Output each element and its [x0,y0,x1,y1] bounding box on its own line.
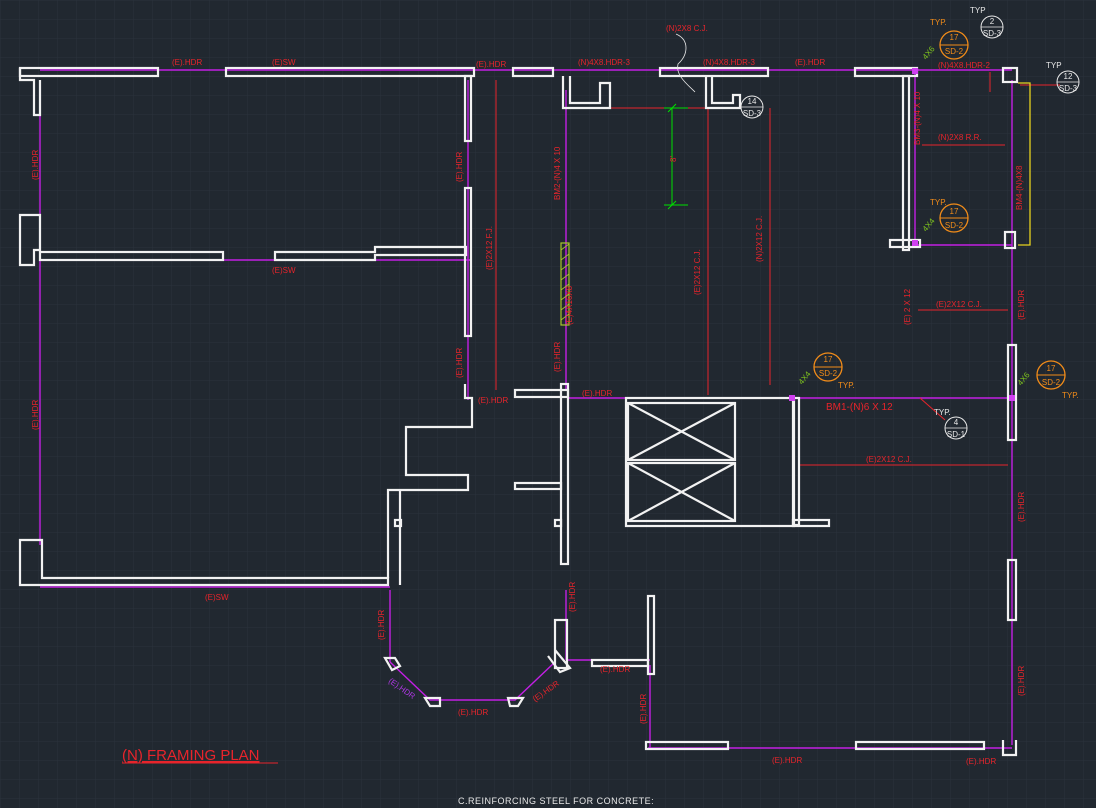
label-hdr3-a: (N)4X8.HDR-3 [578,58,631,67]
label-e2x12cj-h: (E)2X12 C.J. [936,300,982,309]
label-ehdr-col3: (E).HDR [553,342,562,372]
label-post: (E)4X16X8 [565,285,574,325]
label-ehdr-top3: (E).HDR [795,58,825,67]
label-n2x12cj-v: (N)2X12 C.J. [755,216,764,262]
callout-17-c: 17 SD-2 [813,352,843,382]
callout-14: 14 SD-3 [740,95,764,119]
label-ehdr-bot: (E).HDR [772,756,802,765]
label-hdr3-b: (N)4X8.HDR-3 [703,58,756,67]
label-ehdr-r3: (E).HDR [1017,666,1026,696]
label-typ-6: TYP [1046,61,1062,70]
label-hdr2: (N)4X8.HDR-2 [938,61,991,70]
label-ehdr-r5: (E).HDR [377,610,386,640]
footer-note: C.REINFORCING STEEL FOR CONCRETE: [458,796,654,806]
label-typ-2: TYP. [930,198,947,207]
label-typ-5: TYP [970,6,986,15]
label-ehdr-top: (E).HDR [172,58,202,67]
callout-17-b: 17 SD-2 [939,203,969,233]
callout-num: 17 [950,33,959,42]
label-bm4: BM4-(N)4X8 [1015,165,1024,210]
callout-sheet: SD-1 [947,430,966,439]
callout-num: 17 [1047,364,1056,373]
callout-sheet: SD-2 [1042,378,1061,387]
label-ehdr-left2: (E).HDR [31,400,40,430]
callout-4: 4 SD-1 [944,416,968,440]
callout-num: 17 [824,355,833,364]
label-esw-top: (E)SW [272,58,296,67]
callout-num: 4 [954,418,959,427]
label-e2x12cj-h2: (E)2X12 C.J. [866,455,912,464]
label-bm1: BM1-(N)6 X 12 [826,402,893,413]
label-typ-3: TYP. [838,381,855,390]
label-ehdr-r1: (E).HDR [1017,290,1026,320]
label-e2x12-v: (E) 2 X 12 [903,288,912,325]
label-ehdr-top2: (E).HDR [476,60,506,69]
framing-plan-drawing: (E).HDR (E)SW (E).HDR (N)4X8.HDR-3 (N)4X… [0,0,1096,808]
label-typ-4: TYP. [1062,391,1079,400]
label-ehdr-left1: (E).HDR [31,150,40,180]
callout-sheet: SD-2 [945,47,964,56]
label-ehdr-bay: (E).HDR [600,665,630,674]
callout-num: 12 [1064,72,1073,81]
label-ehdr-r6: (E).HDR [639,694,648,724]
callout-17-d: 17 SD-2 [1036,360,1066,390]
callout-2: 2 SD-3 [980,15,1004,39]
label-ehdr-col1: (E).HDR [455,152,464,182]
callout-12: 12 SD-3 [1056,70,1080,94]
label-ehdr-bay2: (E).HDR [458,708,488,717]
label-typ-1: TYP. [930,18,947,27]
label-n2x8rr: (N)2X8 R.R. [938,133,982,142]
callout-17-a: 17 SD-2 [939,30,969,60]
callout-sheet: SD-3 [743,109,762,118]
label-esw-bot: (E)SW [205,593,229,602]
callout-sheet: SD-3 [983,29,1002,38]
callout-sheet: SD-2 [945,221,964,230]
label-typ-7: TYP. [934,408,951,417]
callout-num: 2 [990,17,995,26]
label-e2x12fj: (E)2X12 F.J. [485,226,494,270]
callout-num: 17 [950,207,959,216]
label-ehdr-bot2: (E).HDR [966,757,996,766]
callout-num: 14 [748,97,757,106]
label-ehdr-r4: (E).HDR [568,582,577,612]
plan-title: (N) FRAMING PLAN [122,747,260,764]
label-bm3: BM3-(N)4 X 10 [913,91,922,145]
label-ehdr-col2: (E).HDR [455,348,464,378]
label-dim-8ft: 8' [669,156,678,162]
callout-sheet: SD-2 [819,369,838,378]
label-e2x12cj-v: (E)2X12 C.J. [693,249,702,295]
callout-sheet: SD-3 [1059,84,1078,93]
label-bm2: BM2-(N)4 X 10 [553,146,562,200]
label-ehdr-r2: (E).HDR [1017,492,1026,522]
label-esw-mid: (E)SW [272,266,296,275]
label-n2x8cj: (N)2X8 C.J. [666,24,708,33]
label-ehdr-mid2: (E).HDR [582,389,612,398]
label-ehdr-mid: (E).HDR [478,396,508,405]
